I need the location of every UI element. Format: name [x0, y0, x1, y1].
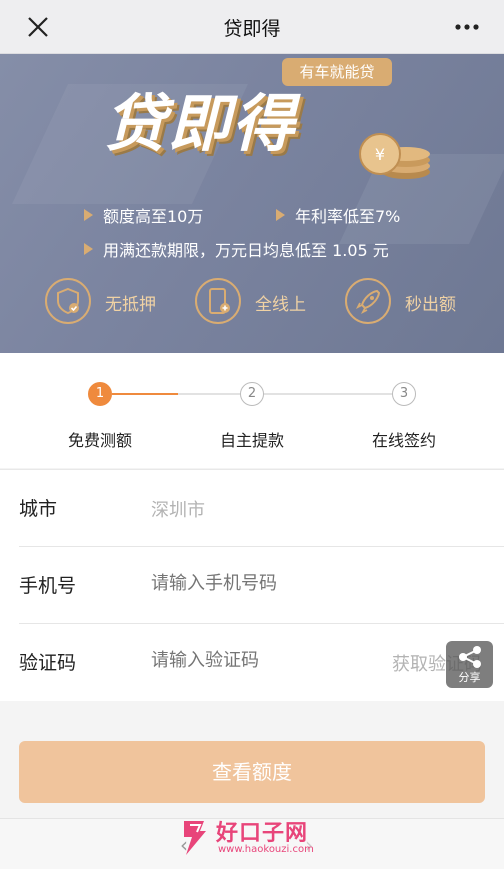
coins-icon: ¥ — [359, 133, 430, 179]
step-2-label: 自主提款 — [219, 431, 284, 450]
watermark-text: 好口子网 — [216, 821, 309, 846]
step-connector-active — [112, 393, 178, 395]
watermark-url: www.haokouzi.com — [218, 844, 314, 855]
shield-check-icon — [45, 278, 91, 324]
step-connector — [178, 393, 240, 395]
share-label: 分享 — [458, 671, 481, 684]
city-select[interactable]: 深圳市 — [151, 496, 371, 522]
more-icon[interactable] — [452, 13, 482, 41]
code-label: 验证码 — [19, 652, 77, 674]
phone-plus-icon — [195, 278, 241, 324]
page-title: 贷即得 — [223, 18, 281, 40]
banner-headline: 贷即得 — [104, 87, 297, 160]
svg-text:¥: ¥ — [375, 145, 385, 164]
step-1-indicator: 1 — [88, 382, 112, 406]
step-1-label: 免费测额 — [67, 431, 132, 450]
share-button[interactable]: 分享 — [446, 641, 493, 688]
watermark-logo — [184, 821, 206, 855]
top-bar: 贷即得 — [0, 0, 504, 54]
loan-form: 城市 深圳市 手机号 验证码 获取验证码 — [0, 469, 504, 701]
feature-limit: 额度高至10万 — [84, 203, 203, 227]
phone-input[interactable] — [151, 573, 371, 594]
bullet-triangle-icon — [276, 209, 285, 221]
phone-label: 手机号 — [19, 575, 77, 597]
watermark: 好口子网 www.haokouzi.com — [172, 815, 332, 861]
bullet-triangle-icon — [84, 209, 93, 221]
feature-rate: 年利率低至7% — [276, 203, 400, 227]
bullet-triangle-icon — [84, 243, 93, 255]
phone-row: 手机号 — [19, 547, 504, 624]
step-3-label: 在线签约 — [371, 431, 436, 450]
verification-code-input[interactable] — [151, 650, 351, 671]
feature-interest: 用满还款期限，万元日均息低至 1.05 元 — [84, 237, 389, 261]
check-limit-button[interactable]: 查看额度 — [19, 741, 485, 803]
city-label: 城市 — [19, 498, 58, 520]
city-row[interactable]: 城市 深圳市 — [19, 470, 504, 547]
promo-badge: 有车就能贷 — [282, 58, 392, 86]
step-connector — [264, 393, 392, 395]
progress-steps: 1 2 3 免费测额 自主提款 在线签约 — [0, 353, 504, 468]
step-3-indicator: 3 — [392, 382, 416, 406]
rocket-icon — [345, 278, 391, 324]
step-2-indicator: 2 — [240, 382, 264, 406]
code-row: 验证码 获取验证码 — [19, 624, 504, 701]
